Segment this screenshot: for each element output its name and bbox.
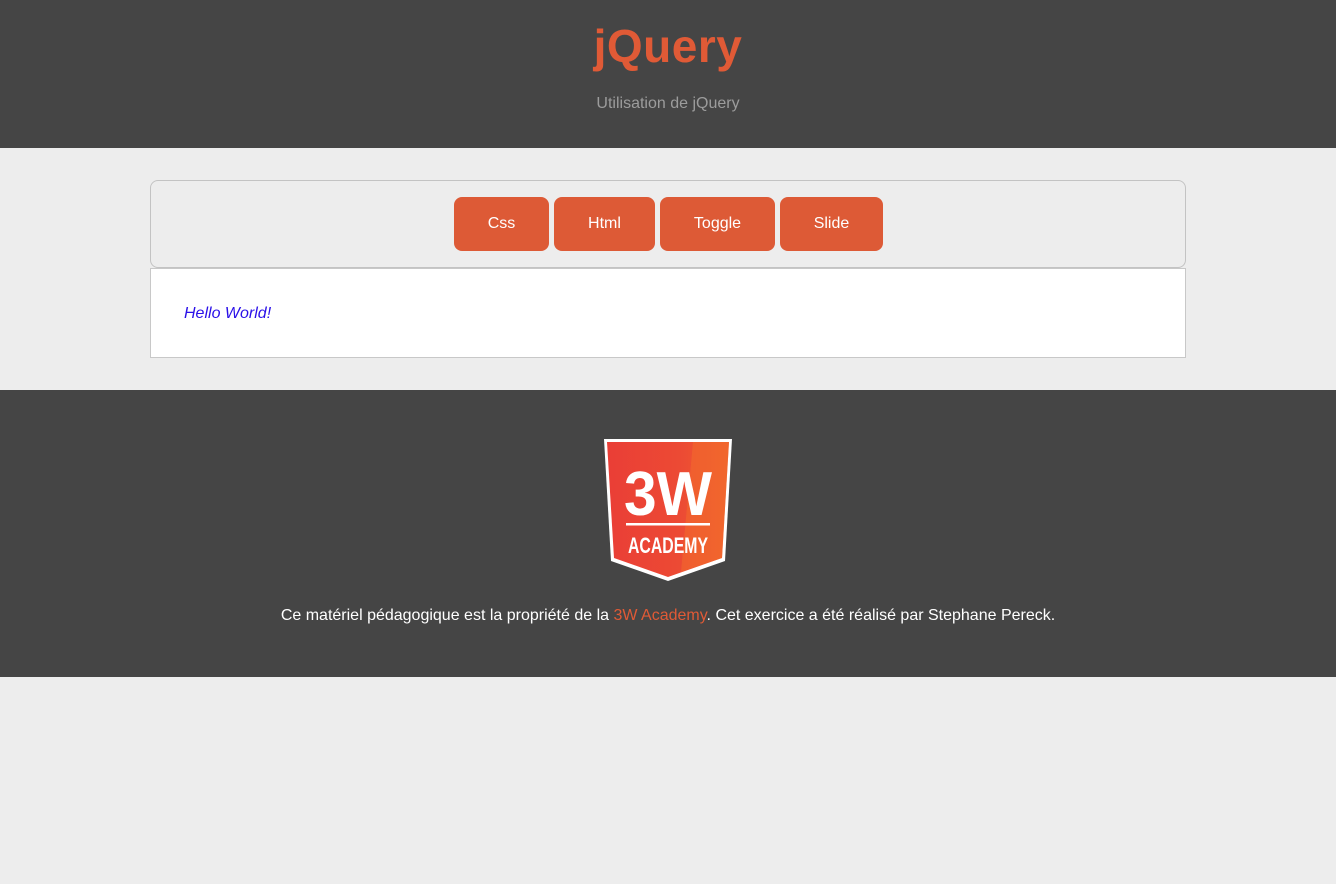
slide-button[interactable]: Slide <box>780 197 883 251</box>
button-toolbar: Css Html Toggle Slide <box>150 180 1186 268</box>
toggle-button[interactable]: Toggle <box>660 197 775 251</box>
css-button[interactable]: Css <box>454 197 549 251</box>
logo-text-3w: 3W <box>624 460 712 529</box>
output-text: Hello World! <box>184 305 272 322</box>
output-panel: Hello World! <box>150 268 1186 358</box>
footer-copyright: Ce matériel pédagogique est la propriété… <box>0 606 1336 626</box>
button-group: Css Html Toggle Slide <box>454 197 883 251</box>
site-header: jQuery Utilisation de jQuery <box>0 0 1336 148</box>
3w-academy-logo: 3W ACADEMY <box>604 439 732 581</box>
page-subtitle: Utilisation de jQuery <box>596 95 740 112</box>
footer-text-before: Ce matériel pédagogique est la propriété… <box>280 607 614 624</box>
footer-text-after: . Cet exercice a été réalisé par Stephan… <box>706 607 1056 624</box>
page-title: jQuery <box>593 20 743 72</box>
site-footer: 3W ACADEMY Ce matériel pédagogique est l… <box>0 390 1336 677</box>
3w-academy-link[interactable]: 3W Academy <box>613 607 706 624</box>
logo-text-academy: ACADEMY <box>628 533 708 558</box>
html-button[interactable]: Html <box>554 197 655 251</box>
